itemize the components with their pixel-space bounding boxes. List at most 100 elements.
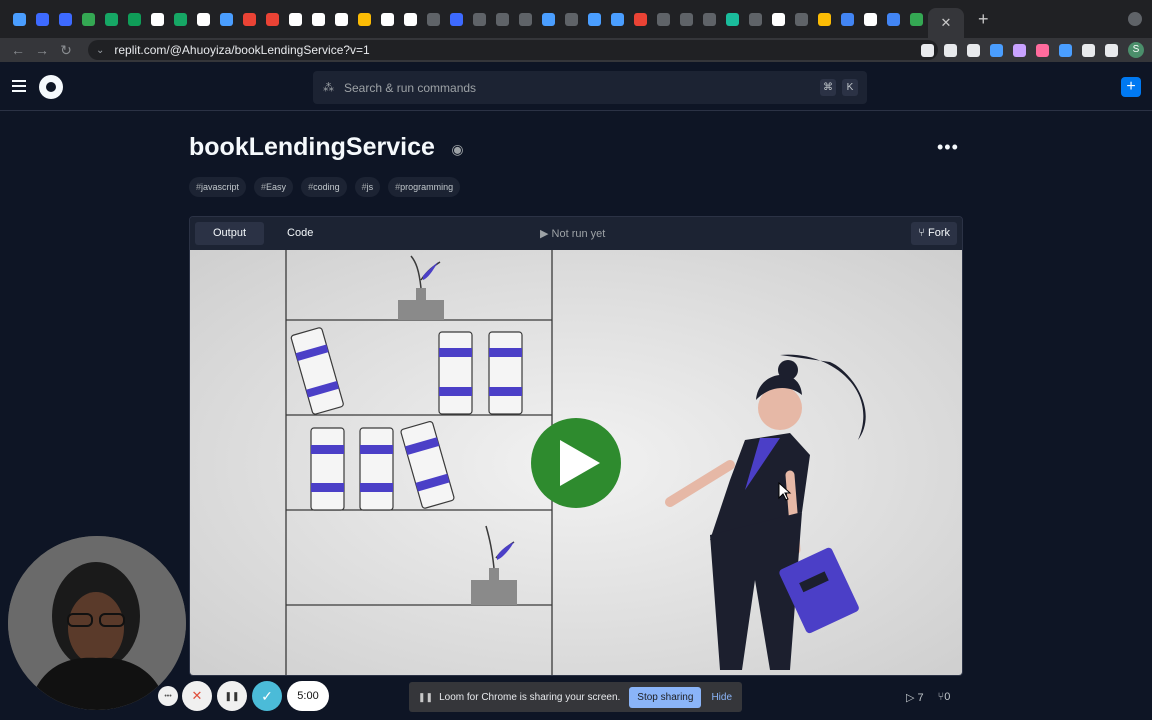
fork-icon: ⑂ (918, 227, 925, 239)
tab-favicon-25[interactable] (560, 7, 583, 31)
extension-icon-6[interactable] (1036, 43, 1049, 57)
replit-logo[interactable] (39, 75, 63, 99)
tab-favicon-8[interactable] (169, 7, 192, 31)
extension-icon-2[interactable] (944, 43, 957, 57)
address-bar: ← → ↻ ⌄ replit.com/@Ahuoyiza/bookLending… (0, 38, 1152, 62)
tag-js[interactable]: #js (354, 177, 381, 197)
search-placeholder: Search & run commands (344, 80, 477, 95)
forward-icon[interactable]: → (30, 42, 54, 58)
tab-favicon-14[interactable] (307, 7, 330, 31)
share-message: Loom for Chrome is sharing your screen. (439, 691, 621, 703)
tab-favicon-23[interactable] (514, 7, 537, 31)
tab-favicons (8, 7, 928, 31)
tab-favicon-13[interactable] (284, 7, 307, 31)
loom-more-button[interactable]: ••• (158, 686, 178, 706)
tab-favicon-18[interactable] (399, 7, 422, 31)
tab-favicon-4[interactable] (77, 7, 100, 31)
tab-favicon-39[interactable] (882, 7, 905, 31)
extension-icon-5[interactable] (1013, 43, 1026, 57)
run-status: ▶ Not run yet (540, 228, 606, 240)
play-button (531, 418, 621, 508)
search-input[interactable]: ⁂ Search & run commands ⌘ K (313, 71, 867, 104)
tab-favicon-3[interactable] (54, 7, 77, 31)
tab-favicon-37[interactable] (836, 7, 859, 31)
cover-illustration (190, 250, 962, 675)
extension-icon-8[interactable] (1082, 43, 1095, 57)
replit-header: ⁂ Search & run commands ⌘ K + (0, 62, 1152, 111)
eye-icon: ◉ (451, 141, 464, 157)
tab-favicon-20[interactable] (445, 7, 468, 31)
active-tab[interactable]: ✕ (928, 8, 964, 38)
tab-favicon-38[interactable] (859, 7, 882, 31)
tag-javascript[interactable]: #javascript (189, 177, 247, 197)
k-key-badge: K (842, 79, 858, 96)
profile-avatar[interactable]: S (1128, 42, 1144, 58)
tab-favicon-29[interactable] (652, 7, 675, 31)
extension-icon-7[interactable] (1059, 43, 1072, 57)
tab-code[interactable]: Code (269, 222, 331, 245)
books-row-2 (310, 421, 455, 511)
tab-favicon-6[interactable] (123, 7, 146, 31)
tab-favicon-9[interactable] (192, 7, 215, 31)
tab-favicon-22[interactable] (491, 7, 514, 31)
extension-icon-4[interactable] (990, 43, 1003, 57)
tab-favicon-5[interactable] (100, 7, 123, 31)
tab-favicon-12[interactable] (261, 7, 284, 31)
extension-icon-9[interactable] (1105, 43, 1118, 57)
hide-button[interactable]: Hide (711, 692, 732, 703)
new-tab-button[interactable]: + (978, 9, 989, 30)
tab-output[interactable]: Output (195, 222, 265, 245)
repl-player: Output Code ▶ Not run yet ⑂ Fork (189, 216, 963, 676)
loom-camera-bubble[interactable] (8, 536, 186, 710)
tab-favicon-28[interactable] (629, 7, 652, 31)
tab-favicon-15[interactable] (330, 7, 353, 31)
tag-programming[interactable]: #programming (388, 177, 461, 197)
tag-coding[interactable]: #coding (301, 177, 347, 197)
site-info-icon[interactable]: ⌄ (96, 45, 104, 56)
stop-sharing-button[interactable]: Stop sharing (629, 686, 702, 708)
reload-icon[interactable]: ↻ (54, 42, 78, 59)
tab-favicon-35[interactable] (790, 7, 813, 31)
url-field[interactable]: ⌄ replit.com/@Ahuoyiza/bookLendingServic… (88, 40, 938, 60)
url-text: replit.com/@Ahuoyiza/bookLendingService?… (114, 43, 370, 57)
browser-tab-strip: ✕ + (0, 0, 1152, 38)
loom-finish-button[interactable]: ✓ (252, 681, 282, 711)
loom-cancel-button[interactable]: ✕ (182, 681, 212, 711)
tag-easy[interactable]: #Easy (254, 177, 294, 197)
tab-favicon-40[interactable] (905, 7, 928, 31)
run-count: ▷ 7 (906, 692, 924, 704)
tab-favicon-17[interactable] (376, 7, 399, 31)
fork-button[interactable]: ⑂ Fork (911, 222, 957, 245)
create-repl-button[interactable]: + (1121, 77, 1141, 97)
tab-favicon-19[interactable] (422, 7, 445, 31)
tab-favicon-10[interactable] (215, 7, 238, 31)
tab-favicon-31[interactable] (698, 7, 721, 31)
tag-list: #javascript #Easy #coding #js #programmi… (189, 177, 461, 197)
tab-favicon-30[interactable] (675, 7, 698, 31)
tab-favicon-34[interactable] (767, 7, 790, 31)
tab-favicon-11[interactable] (238, 7, 261, 31)
extension-icon-1[interactable] (921, 43, 934, 57)
screen-share-bar: ❚❚ Loom for Chrome is sharing your scree… (409, 682, 742, 712)
tab-favicon-26[interactable] (583, 7, 606, 31)
fork-label: Fork (928, 227, 950, 239)
tab-favicon-21[interactable] (468, 7, 491, 31)
close-tab-icon[interactable]: ✕ (941, 15, 952, 31)
tab-favicon-1[interactable] (8, 7, 31, 31)
tab-favicon-33[interactable] (744, 7, 767, 31)
tab-favicon-27[interactable] (606, 7, 629, 31)
command-key-badge: ⌘ (820, 79, 836, 96)
more-options-button[interactable]: ••• (937, 137, 959, 158)
tab-search-icon[interactable] (1128, 12, 1142, 26)
page-title: bookLendingService (189, 133, 435, 161)
tab-favicon-7[interactable] (146, 7, 169, 31)
tab-favicon-2[interactable] (31, 7, 54, 31)
tab-favicon-36[interactable] (813, 7, 836, 31)
tab-favicon-24[interactable] (537, 7, 560, 31)
tab-favicon-32[interactable] (721, 7, 744, 31)
menu-icon[interactable] (12, 80, 26, 95)
loom-pause-button[interactable]: ❚❚ (217, 681, 247, 711)
back-icon[interactable]: ← (6, 42, 30, 58)
extension-icon-3[interactable] (967, 43, 980, 57)
tab-favicon-16[interactable] (353, 7, 376, 31)
